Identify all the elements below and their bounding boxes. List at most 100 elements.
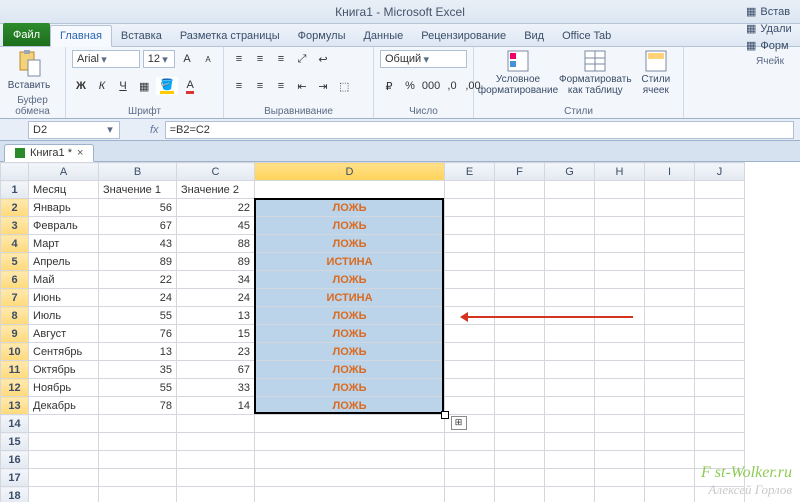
- align-center-icon[interactable]: ≡: [251, 77, 269, 95]
- cell-H11[interactable]: [595, 361, 645, 379]
- underline-button[interactable]: Ч: [114, 77, 132, 95]
- row-header-4[interactable]: 4: [1, 235, 29, 253]
- cell-A3[interactable]: Февраль: [29, 217, 99, 235]
- col-header-C[interactable]: C: [177, 163, 255, 181]
- cell-H4[interactable]: [595, 235, 645, 253]
- row-header-7[interactable]: 7: [1, 289, 29, 307]
- file-tab[interactable]: Файл: [3, 23, 50, 46]
- cell-E17[interactable]: [445, 469, 495, 487]
- cell-D17[interactable]: [255, 469, 445, 487]
- conditional-formatting-button[interactable]: Условное форматирование: [480, 50, 556, 96]
- cell-G11[interactable]: [545, 361, 595, 379]
- cell-F1[interactable]: [495, 181, 545, 199]
- cell-E5[interactable]: [445, 253, 495, 271]
- cell-B1[interactable]: Значение 1: [99, 181, 177, 199]
- cell-H16[interactable]: [595, 451, 645, 469]
- cell-D12[interactable]: ЛОЖЬ: [255, 379, 445, 397]
- cell-G6[interactable]: [545, 271, 595, 289]
- cell-E18[interactable]: [445, 487, 495, 503]
- cell-A7[interactable]: Июнь: [29, 289, 99, 307]
- cell-D13[interactable]: ЛОЖЬ: [255, 397, 445, 415]
- cell-I10[interactable]: [645, 343, 695, 361]
- cell-H9[interactable]: [595, 325, 645, 343]
- cell-A8[interactable]: Июль: [29, 307, 99, 325]
- cell-I14[interactable]: [645, 415, 695, 433]
- row-header-6[interactable]: 6: [1, 271, 29, 289]
- cell-D4[interactable]: ЛОЖЬ: [255, 235, 445, 253]
- cell-F2[interactable]: [495, 199, 545, 217]
- align-middle-icon[interactable]: ≡: [251, 50, 269, 68]
- cell-D15[interactable]: [255, 433, 445, 451]
- cell-B11[interactable]: 35: [99, 361, 177, 379]
- cell-A6[interactable]: Май: [29, 271, 99, 289]
- merge-button[interactable]: ⬚: [335, 77, 353, 95]
- inc-decimal-icon[interactable]: ,0: [443, 77, 461, 95]
- cell-G2[interactable]: [545, 199, 595, 217]
- cell-J4[interactable]: [695, 235, 745, 253]
- row-header-13[interactable]: 13: [1, 397, 29, 415]
- cell-H12[interactable]: [595, 379, 645, 397]
- cell-F17[interactable]: [495, 469, 545, 487]
- cell-F5[interactable]: [495, 253, 545, 271]
- cell-I13[interactable]: [645, 397, 695, 415]
- insert-cells-button[interactable]: ▦ Встав: [746, 3, 794, 20]
- cell-J2[interactable]: [695, 199, 745, 217]
- col-header-A[interactable]: A: [29, 163, 99, 181]
- cell-B15[interactable]: [99, 433, 177, 451]
- cell-B13[interactable]: 78: [99, 397, 177, 415]
- worksheet-grid[interactable]: ABCDEFGHIJ1МесяцЗначение 1Значение 22Янв…: [0, 162, 800, 502]
- cell-C14[interactable]: [177, 415, 255, 433]
- row-header-12[interactable]: 12: [1, 379, 29, 397]
- paste-button[interactable]: Вставить: [6, 50, 52, 91]
- cell-I18[interactable]: [645, 487, 695, 503]
- cell-G9[interactable]: [545, 325, 595, 343]
- cell-B5[interactable]: 89: [99, 253, 177, 271]
- cell-B16[interactable]: [99, 451, 177, 469]
- cell-C12[interactable]: 33: [177, 379, 255, 397]
- cell-E6[interactable]: [445, 271, 495, 289]
- cell-J12[interactable]: [695, 379, 745, 397]
- cell-I4[interactable]: [645, 235, 695, 253]
- wrap-text-icon[interactable]: ↩: [314, 50, 332, 68]
- cell-G13[interactable]: [545, 397, 595, 415]
- cell-E4[interactable]: [445, 235, 495, 253]
- cell-I6[interactable]: [645, 271, 695, 289]
- row-header-10[interactable]: 10: [1, 343, 29, 361]
- cell-J10[interactable]: [695, 343, 745, 361]
- cell-C11[interactable]: 67: [177, 361, 255, 379]
- font-size-combo[interactable]: 12▾: [143, 50, 175, 68]
- row-header-14[interactable]: 14: [1, 415, 29, 433]
- cell-E16[interactable]: [445, 451, 495, 469]
- cell-F12[interactable]: [495, 379, 545, 397]
- row-header-9[interactable]: 9: [1, 325, 29, 343]
- cell-A1[interactable]: Месяц: [29, 181, 99, 199]
- percent-icon[interactable]: %: [401, 77, 419, 95]
- tab-view[interactable]: Вид: [515, 26, 553, 46]
- cell-styles-button[interactable]: Стили ячеек: [635, 50, 677, 96]
- cell-A9[interactable]: Август: [29, 325, 99, 343]
- row-header-16[interactable]: 16: [1, 451, 29, 469]
- cell-E15[interactable]: [445, 433, 495, 451]
- cell-G10[interactable]: [545, 343, 595, 361]
- cell-H10[interactable]: [595, 343, 645, 361]
- tab-data[interactable]: Данные: [354, 26, 412, 46]
- cell-H13[interactable]: [595, 397, 645, 415]
- cell-G15[interactable]: [545, 433, 595, 451]
- cell-G14[interactable]: [545, 415, 595, 433]
- cell-B7[interactable]: 24: [99, 289, 177, 307]
- tab-review[interactable]: Рецензирование: [412, 26, 515, 46]
- cell-H15[interactable]: [595, 433, 645, 451]
- decrease-font-icon[interactable]: A: [199, 50, 217, 68]
- cell-H3[interactable]: [595, 217, 645, 235]
- cell-B4[interactable]: 43: [99, 235, 177, 253]
- delete-cells-button[interactable]: ▦ Удали: [746, 20, 794, 37]
- cell-B9[interactable]: 76: [99, 325, 177, 343]
- cell-E7[interactable]: [445, 289, 495, 307]
- row-header-11[interactable]: 11: [1, 361, 29, 379]
- cell-D14[interactable]: [255, 415, 445, 433]
- cell-G18[interactable]: [545, 487, 595, 503]
- cell-J11[interactable]: [695, 361, 745, 379]
- cell-J9[interactable]: [695, 325, 745, 343]
- cell-F10[interactable]: [495, 343, 545, 361]
- col-header-E[interactable]: E: [445, 163, 495, 181]
